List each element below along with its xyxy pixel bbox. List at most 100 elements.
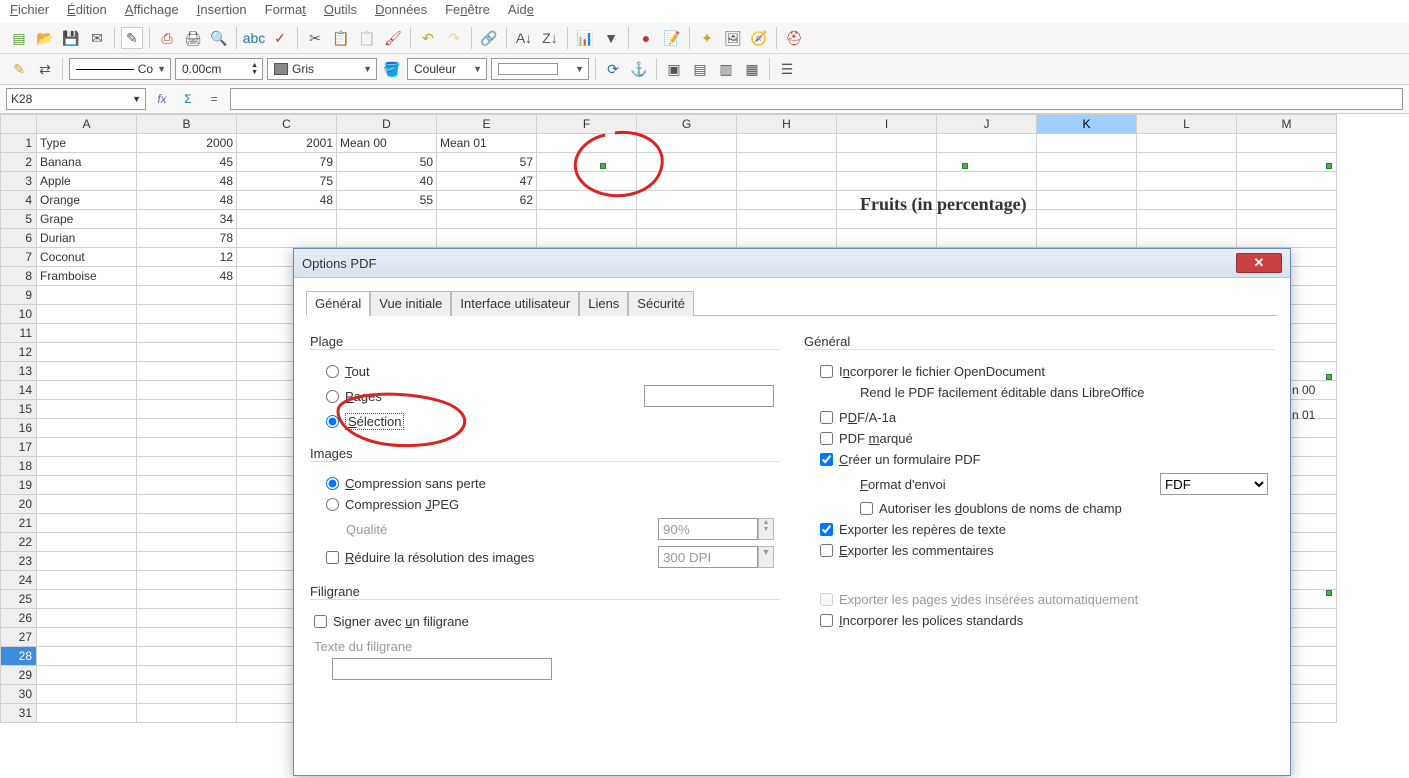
checkbox-create-form[interactable] bbox=[820, 453, 833, 466]
cell-A18[interactable] bbox=[37, 457, 137, 476]
object-handle[interactable] bbox=[1326, 163, 1332, 169]
cell-H1[interactable] bbox=[737, 134, 837, 153]
checkbox-embed-fonts[interactable] bbox=[820, 614, 833, 627]
pdf-icon[interactable]: ⎙ bbox=[156, 27, 178, 49]
row-header-21[interactable]: 21 bbox=[1, 514, 37, 533]
cell-C1[interactable]: 2001 bbox=[237, 134, 337, 153]
sort-desc-icon[interactable]: Z↓ bbox=[539, 27, 561, 49]
cell-A22[interactable] bbox=[37, 533, 137, 552]
redo-icon[interactable]: ↷ bbox=[443, 27, 465, 49]
cell-E2[interactable]: 57 bbox=[437, 153, 537, 172]
menu-file[interactable]: Fichier bbox=[10, 2, 49, 17]
object-handle[interactable] bbox=[962, 163, 968, 169]
col-header-A[interactable]: A bbox=[37, 115, 137, 134]
menu-format[interactable]: Format bbox=[265, 2, 306, 17]
cell-F6[interactable] bbox=[537, 229, 637, 248]
cell-B26[interactable] bbox=[137, 609, 237, 628]
cell-C5[interactable] bbox=[237, 210, 337, 229]
mail-icon[interactable]: ✉ bbox=[86, 27, 108, 49]
cell-K4[interactable] bbox=[1037, 191, 1137, 210]
cell-A19[interactable] bbox=[37, 476, 137, 495]
col-header-J[interactable]: J bbox=[937, 115, 1037, 134]
cell-A25[interactable] bbox=[37, 590, 137, 609]
cell-B25[interactable] bbox=[137, 590, 237, 609]
rotate-icon[interactable]: ⟳ bbox=[602, 58, 624, 80]
cell-L2[interactable] bbox=[1137, 153, 1237, 172]
sum-icon[interactable]: Σ bbox=[178, 89, 198, 109]
cell-J1[interactable] bbox=[937, 134, 1037, 153]
cell-A6[interactable]: Durian bbox=[37, 229, 137, 248]
checkbox-tagged[interactable] bbox=[820, 432, 833, 445]
col-header-I[interactable]: I bbox=[837, 115, 937, 134]
fill-bucket-icon[interactable]: 🪣 bbox=[381, 58, 403, 80]
cell-F2[interactable] bbox=[537, 153, 637, 172]
cell-K1[interactable] bbox=[1037, 134, 1137, 153]
cell-L6[interactable] bbox=[1137, 229, 1237, 248]
forward-icon[interactable]: ▤ bbox=[689, 58, 711, 80]
cut-icon[interactable]: ✂ bbox=[304, 27, 326, 49]
menu-insert[interactable]: Insertion bbox=[197, 2, 247, 17]
cell-H4[interactable] bbox=[737, 191, 837, 210]
formula-input[interactable] bbox=[230, 88, 1403, 110]
cell-B17[interactable] bbox=[137, 438, 237, 457]
function-wizard-icon[interactable]: fx bbox=[152, 89, 172, 109]
line-color-combo[interactable]: Gris▼ bbox=[267, 58, 377, 80]
cell-C4[interactable]: 48 bbox=[237, 191, 337, 210]
cell-D5[interactable] bbox=[337, 210, 437, 229]
row-header-25[interactable]: 25 bbox=[1, 590, 37, 609]
cell-B16[interactable] bbox=[137, 419, 237, 438]
cell-D3[interactable]: 40 bbox=[337, 172, 437, 191]
row-header-24[interactable]: 24 bbox=[1, 571, 37, 590]
cell-B19[interactable] bbox=[137, 476, 237, 495]
row-header-5[interactable]: 5 bbox=[1, 210, 37, 229]
col-header-B[interactable]: B bbox=[137, 115, 237, 134]
row-header-17[interactable]: 17 bbox=[1, 438, 37, 457]
cell-A15[interactable] bbox=[37, 400, 137, 419]
navigator-icon[interactable]: 🧭 bbox=[748, 27, 770, 49]
cell-A31[interactable] bbox=[37, 704, 137, 723]
cell-H5[interactable] bbox=[737, 210, 837, 229]
tab-initial-view[interactable]: Vue initiale bbox=[370, 291, 451, 316]
sort-asc-icon[interactable]: A↓ bbox=[513, 27, 535, 49]
help-icon[interactable]: ⛑ bbox=[783, 27, 805, 49]
cell-F1[interactable] bbox=[537, 134, 637, 153]
cell-H6[interactable] bbox=[737, 229, 837, 248]
align-icon[interactable]: ☰ bbox=[776, 58, 798, 80]
pages-input[interactable] bbox=[644, 385, 774, 407]
fill-type-combo[interactable]: Couleur▼ bbox=[407, 58, 487, 80]
arrows-icon[interactable]: ⇄ bbox=[34, 58, 56, 80]
cell-B31[interactable] bbox=[137, 704, 237, 723]
cell-A21[interactable] bbox=[37, 514, 137, 533]
cell-B15[interactable] bbox=[137, 400, 237, 419]
cell-A13[interactable] bbox=[37, 362, 137, 381]
checkbox-pdfa[interactable] bbox=[820, 411, 833, 424]
checkbox-bookmarks[interactable] bbox=[820, 523, 833, 536]
row-header-6[interactable]: 6 bbox=[1, 229, 37, 248]
cell-L5[interactable] bbox=[1137, 210, 1237, 229]
cell-G2[interactable] bbox=[637, 153, 737, 172]
cell-B7[interactable]: 12 bbox=[137, 248, 237, 267]
menu-data[interactable]: Données bbox=[375, 2, 427, 17]
row-header-11[interactable]: 11 bbox=[1, 324, 37, 343]
col-header-G[interactable]: G bbox=[637, 115, 737, 134]
record-icon[interactable]: ● bbox=[635, 27, 657, 49]
cell-B22[interactable] bbox=[137, 533, 237, 552]
cell-J3[interactable] bbox=[937, 172, 1037, 191]
cell-F4[interactable] bbox=[537, 191, 637, 210]
name-box[interactable]: K28 ▼ bbox=[6, 88, 146, 110]
row-header-2[interactable]: 2 bbox=[1, 153, 37, 172]
cell-B30[interactable] bbox=[137, 685, 237, 704]
col-header-D[interactable]: D bbox=[337, 115, 437, 134]
cell-E5[interactable] bbox=[437, 210, 537, 229]
cell-M3[interactable] bbox=[1237, 172, 1337, 191]
fill-color-combo[interactable]: ▼ bbox=[491, 58, 589, 80]
cell-H3[interactable] bbox=[737, 172, 837, 191]
object-handle[interactable] bbox=[600, 163, 606, 169]
col-header-K[interactable]: K bbox=[1037, 115, 1137, 134]
edit-doc-icon[interactable]: 📝 bbox=[661, 27, 683, 49]
row-header-12[interactable]: 12 bbox=[1, 343, 37, 362]
cell-G3[interactable] bbox=[637, 172, 737, 191]
menu-window[interactable]: Fenêtre bbox=[445, 2, 490, 17]
tab-general[interactable]: Général bbox=[306, 291, 370, 316]
col-header-C[interactable]: C bbox=[237, 115, 337, 134]
